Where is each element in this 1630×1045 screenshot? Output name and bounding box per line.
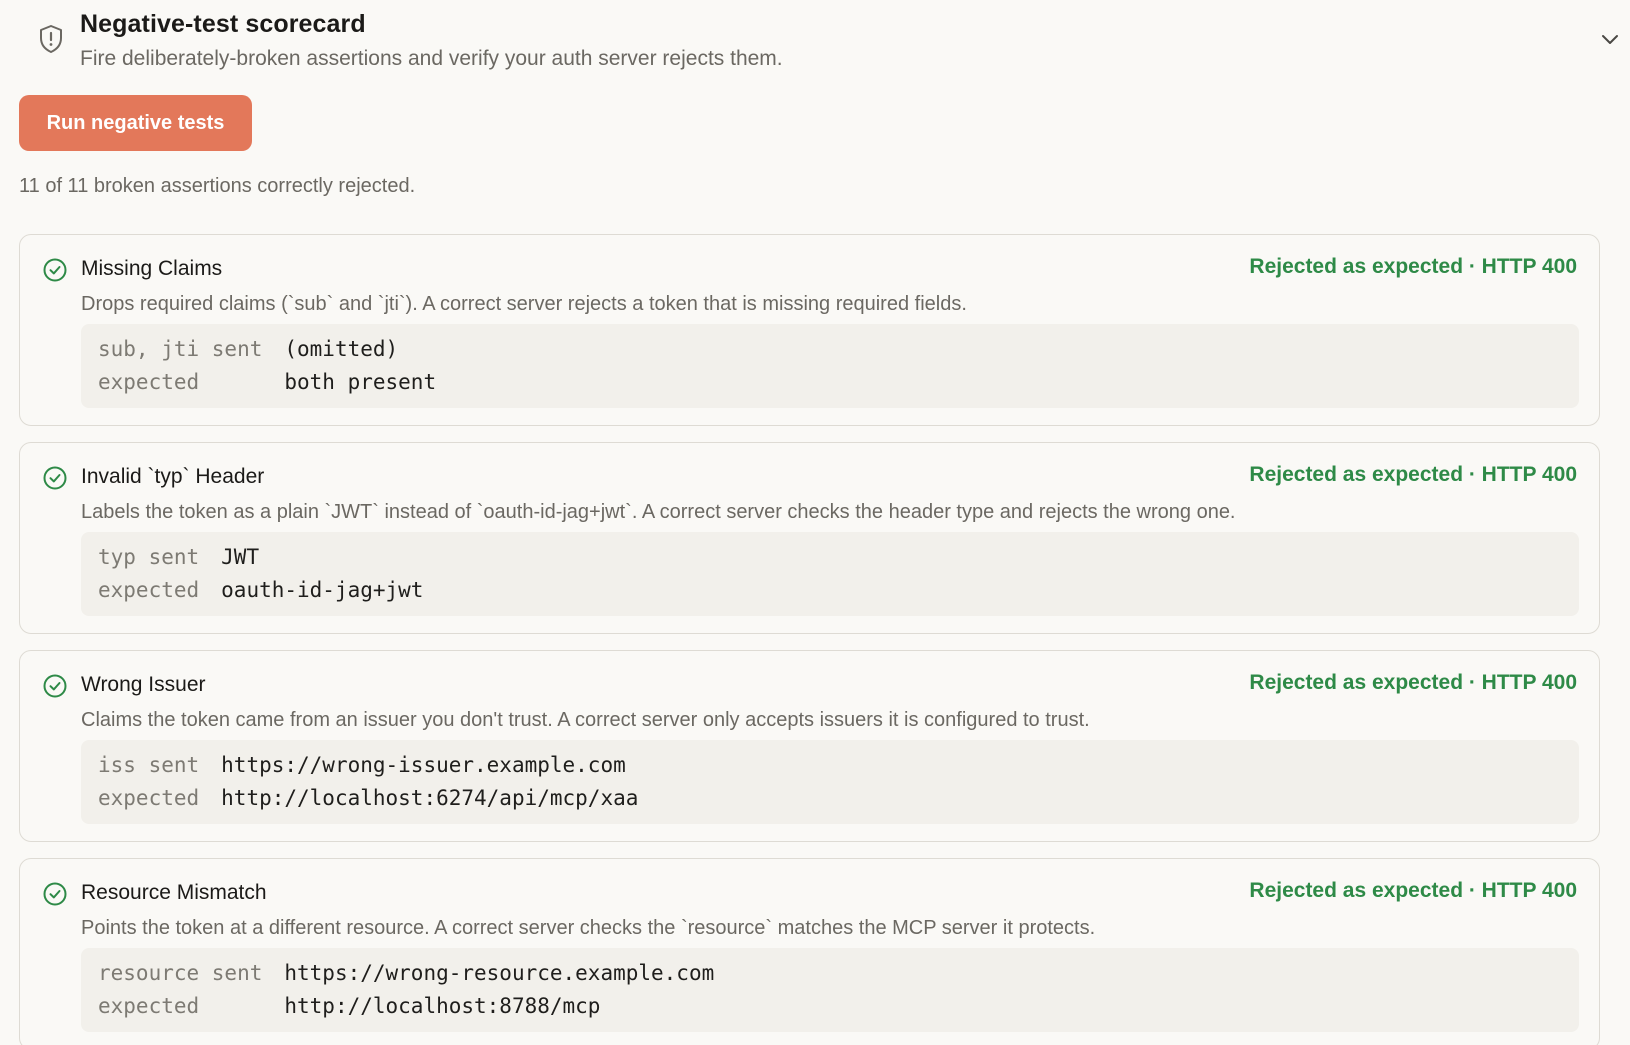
assertion-detail: iss sent https://wrong-issuer.example.co… <box>81 740 1579 824</box>
check-circle-icon <box>43 466 67 490</box>
sent-label: sub, jti sent <box>98 337 263 361</box>
test-title: Resource Mismatch <box>81 881 267 904</box>
test-description: Points the token at a different resource… <box>81 917 1096 939</box>
expected-label: expected <box>98 994 200 1018</box>
status-badge: Rejected as expected · HTTP 400 <box>1249 879 1577 902</box>
sent-value: (omitted) <box>284 337 399 361</box>
test-description: Claims the token came from an issuer you… <box>81 709 1090 731</box>
expected-value: both present <box>284 370 437 394</box>
test-card-invalid-typ-header: Invalid `typ` Header Rejected as expecte… <box>19 442 1600 634</box>
sent-label: iss sent <box>98 753 200 777</box>
test-description: Labels the token as a plain `JWT` instea… <box>81 501 1236 523</box>
test-card-wrong-issuer: Wrong Issuer Rejected as expected · HTTP… <box>19 650 1600 842</box>
sent-value: https://wrong-issuer.example.com <box>221 753 626 777</box>
page-subtitle: Fire deliberately-broken assertions and … <box>80 47 783 70</box>
sent-value: https://wrong-resource.example.com <box>284 961 715 985</box>
expected-value: http://localhost:8788/mcp <box>284 994 601 1018</box>
test-card-resource-mismatch: Resource Mismatch Rejected as expected ·… <box>19 858 1600 1045</box>
test-card-missing-claims: Missing Claims Rejected as expected · HT… <box>19 234 1600 426</box>
results-summary: 11 of 11 broken assertions correctly rej… <box>19 175 416 197</box>
assertion-detail: sub, jti sent (omitted) expected both pr… <box>81 324 1579 408</box>
status-badge: Rejected as expected · HTTP 400 <box>1249 671 1577 694</box>
test-title: Missing Claims <box>81 257 223 280</box>
expected-value: http://localhost:6274/api/mcp/xaa <box>221 786 639 810</box>
test-title: Invalid `typ` Header <box>81 465 265 488</box>
expected-label: expected <box>98 578 200 602</box>
assertion-detail: resource sent https://wrong-resource.exa… <box>81 948 1579 1032</box>
expected-label: expected <box>98 370 200 394</box>
status-badge: Rejected as expected · HTTP 400 <box>1249 255 1577 278</box>
sent-value: JWT <box>221 545 260 569</box>
test-results-list: Missing Claims Rejected as expected · HT… <box>19 234 1600 1045</box>
scorecard-header[interactable]: Negative-test scorecard Fire deliberatel… <box>19 0 1630 90</box>
expected-value: oauth-id-jag+jwt <box>221 578 424 602</box>
shield-alert-icon <box>40 25 62 53</box>
page-title: Negative-test scorecard <box>80 10 366 38</box>
check-circle-icon <box>43 674 67 698</box>
check-circle-icon <box>43 258 67 282</box>
assertion-detail: typ sent JWT expected oauth-id-jag+jwt <box>81 532 1579 616</box>
test-description: Drops required claims (`sub` and `jti`).… <box>81 293 967 315</box>
status-badge: Rejected as expected · HTTP 400 <box>1249 463 1577 486</box>
chevron-down-icon[interactable] <box>1599 28 1621 50</box>
check-circle-icon <box>43 882 67 906</box>
test-title: Wrong Issuer <box>81 673 206 696</box>
expected-label: expected <box>98 786 200 810</box>
sent-label: typ sent <box>98 545 200 569</box>
negative-test-scorecard-panel: Negative-test scorecard Fire deliberatel… <box>0 0 1630 1045</box>
run-negative-tests-button[interactable]: Run negative tests <box>19 95 252 151</box>
sent-label: resource sent <box>98 961 263 985</box>
